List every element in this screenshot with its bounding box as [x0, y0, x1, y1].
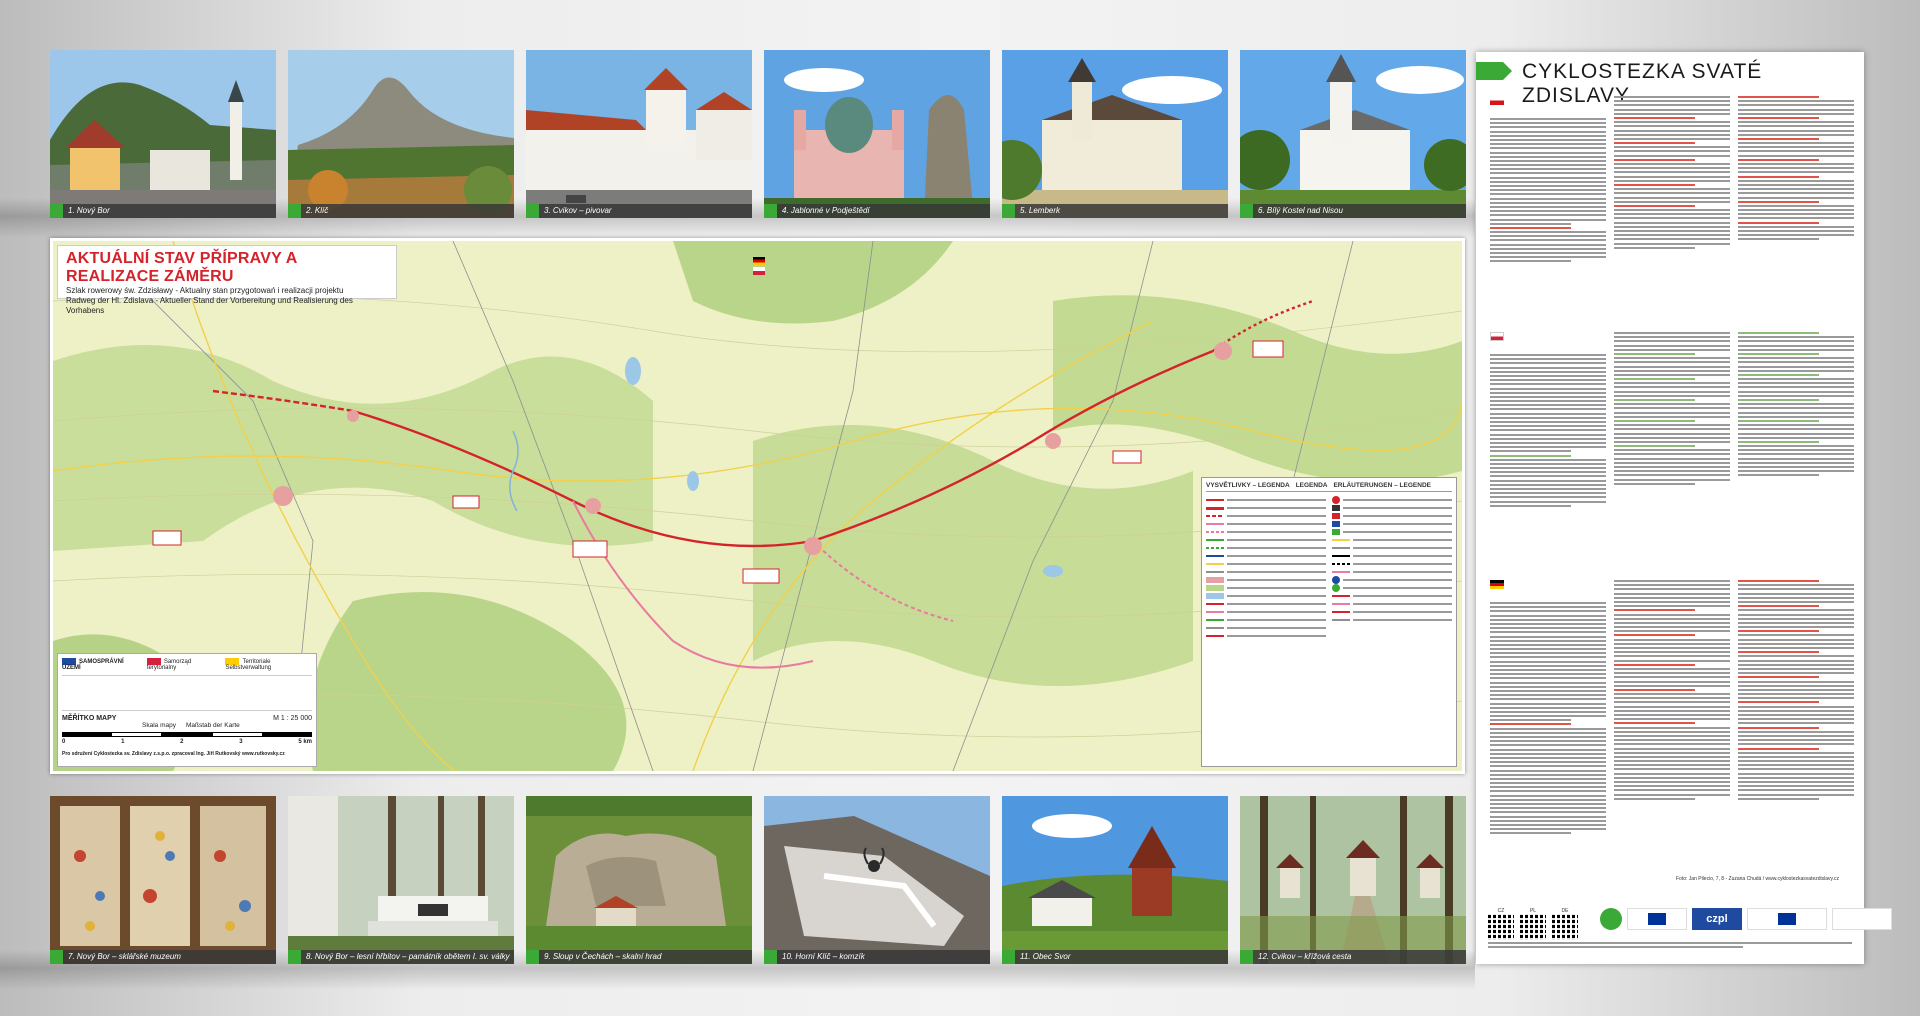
scale-ratio: M 1 : 25 000: [273, 715, 312, 723]
czpl-logo: czpl: [1692, 908, 1742, 930]
qr-code-cz[interactable]: [1488, 914, 1514, 940]
photo-caption: 12. Cvikov – křížová cesta: [1240, 950, 1466, 964]
photo-krizova-cesta: 12. Cvikov – křížová cesta: [1240, 796, 1466, 964]
text-block-cz: [1490, 96, 1854, 320]
photo-novy-bor: 1. Nový Bor: [50, 50, 276, 218]
legend-header-de: ERLÄUTERUNGEN – LEGENDE: [1333, 482, 1431, 489]
map-title-box: AKTUÁLNÍ STAV PŘÍPRAVY A REALIZACE ZÁMĚR…: [57, 245, 397, 315]
publisher-note: Pro sdružení Cyklostezka sv. Zdislavy z.…: [62, 751, 285, 758]
photo-caption: 5. Lemberk: [1002, 204, 1228, 218]
qr-code-de[interactable]: [1552, 914, 1578, 940]
photo-caption: 11. Obec Svor: [1002, 950, 1228, 964]
photo-caption: 2. Klíč: [288, 204, 514, 218]
project-number-icon: [1832, 908, 1892, 930]
flag-pl-icon: [1490, 332, 1504, 341]
legend-header-cz: VYSVĚTLIVKY – LEGENDA: [1206, 482, 1290, 489]
legend-left-column: [1206, 495, 1326, 641]
map-title: AKTUÁLNÍ STAV PŘÍPRAVY A REALIZACE ZÁMĚR…: [66, 250, 297, 285]
association-logo-icon: [1600, 908, 1622, 930]
arrow-icon: [1476, 62, 1512, 80]
scale-pl: Skala mapy: [142, 722, 176, 730]
map-small-legend: SAMOSPRÁVNÍ ÚZEMÍ Samorząd terytorialny …: [57, 653, 317, 767]
scale-de: Maßstab der Karte: [185, 722, 240, 730]
eu-fund-logo-icon: [1627, 908, 1687, 930]
swatch-de-icon: [225, 658, 240, 665]
info-panel-header: CYKLOSTEZKA SVATÉ ZDISLAVY: [1476, 52, 1864, 107]
sponsor-logos: czpl: [1600, 908, 1892, 930]
photo-obec-svor: 11. Obec Svor: [1002, 796, 1228, 964]
eu-flag-logo-icon: [1747, 908, 1827, 930]
flag-cz-icon: [1490, 96, 1504, 105]
scale-ticks: 01235 km: [62, 739, 312, 746]
photo-caption: 7. Nový Bor – sklářské muzeum: [50, 950, 276, 964]
photo-caption: 4. Jablonné v Podještědí: [764, 204, 990, 218]
photo-credit: Foto: Jan Pilecio, 7, 8 - Zuzana Chudá /…: [1676, 876, 1840, 882]
map-subtitle-pl: Szlak rowerowy św. Zdzisławy - Aktualny …: [66, 286, 344, 295]
photo-horni-klic: 10. Horní Klíč – komzík: [764, 796, 990, 964]
photo-sklarske-muzeum: 7. Nový Bor – sklářské muzeum: [50, 796, 276, 964]
flag-pl-icon: [753, 267, 765, 275]
legend-header-pl: LEGENDA: [1295, 482, 1328, 489]
scale-title: MĚŘÍTKO MAPY: [62, 715, 117, 723]
text-block-de: [1490, 580, 1854, 870]
swatch-pl-icon: [146, 658, 161, 665]
photo-caption: 9. Sloup v Čechách – skalní hrad: [526, 950, 752, 964]
photo-jablonne: 4. Jablonné v Podještědí: [764, 50, 990, 218]
flag-de-icon: [1490, 580, 1504, 589]
scale-bar: [62, 732, 313, 738]
photo-lemberk: 5. Lemberk: [1002, 50, 1228, 218]
photo-klic: 2. Klíč: [288, 50, 514, 218]
flag-de-icon: [753, 257, 765, 265]
map-frame: AKTUÁLNÍ STAV PŘÍPRAVY A REALIZACE ZÁMĚR…: [50, 238, 1465, 774]
legend-placeholder-rows: [62, 675, 312, 712]
photo-caption: 10. Horní Klíč – komzík: [764, 950, 990, 964]
photo-bily-kostel: 6. Bílý Kostel nad Nisou: [1240, 50, 1466, 218]
map-subtitle-de: Radweg der Hl. Zdislava - Aktueller Stan…: [66, 296, 353, 315]
photo-cvikov-pivovar: 3. Cvikov – pivovar: [526, 50, 752, 218]
map-big-legend: VYSVĚTLIVKY – LEGENDA LEGENDA ERLÄUTERUN…: [1201, 477, 1457, 767]
qr-codes: CZ PL DE: [1488, 908, 1578, 940]
swatch-cz-icon: [62, 658, 76, 665]
info-panel: CYKLOSTEZKA SVATÉ ZDISLAVY Foto: Jan Pil…: [1476, 52, 1892, 964]
photo-caption: 8. Nový Bor – lesní hřbitov – památník o…: [288, 950, 514, 964]
footer-note: [1488, 942, 1852, 950]
photo-caption: 1. Nový Bor: [50, 204, 276, 218]
photo-caption: 3. Cvikov – pivovar: [526, 204, 752, 218]
legend-right-column: [1332, 495, 1452, 641]
text-block-pl: [1490, 332, 1854, 568]
photo-sloup: 9. Sloup v Čechách – skalní hrad: [526, 796, 752, 964]
language-flags: [753, 257, 765, 275]
photo-lesni-hrbitov: 8. Nový Bor – lesní hřbitov – památník o…: [288, 796, 514, 964]
route-map[interactable]: AKTUÁLNÍ STAV PŘÍPRAVY A REALIZACE ZÁMĚR…: [53, 241, 1462, 771]
qr-code-pl[interactable]: [1520, 914, 1546, 940]
photo-caption: 6. Bílý Kostel nad Nisou: [1240, 204, 1466, 218]
